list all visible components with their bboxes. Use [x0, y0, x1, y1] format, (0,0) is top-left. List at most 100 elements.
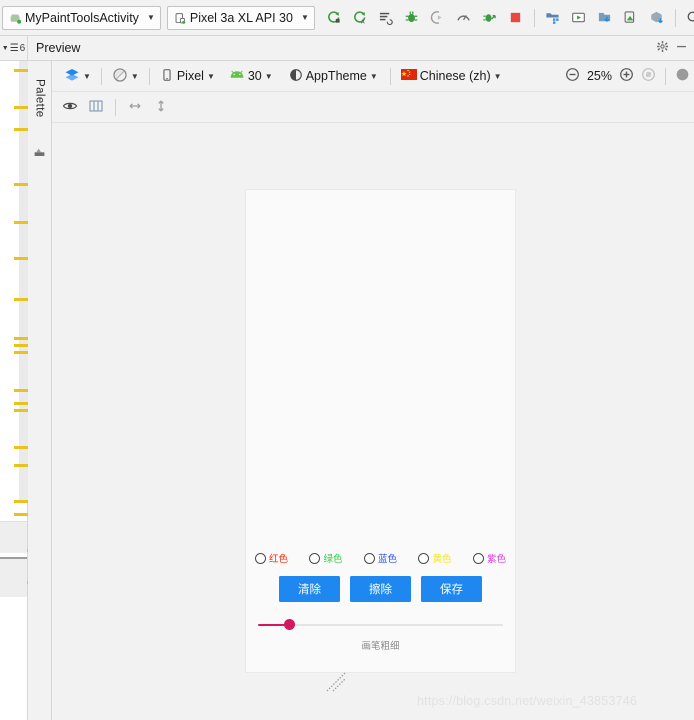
chevron-down-icon: ▼	[146, 13, 155, 22]
api-level-selector[interactable]: 30 ▼	[225, 65, 277, 87]
minimap-mark	[14, 513, 28, 516]
svg-text:A: A	[361, 20, 365, 25]
design-canvas[interactable]: 红色 绿色 蓝色 黄色 紫色 清除 擦除 保存 画笔粗细	[52, 123, 694, 720]
minimap-mark	[14, 337, 28, 340]
toolbar-divider	[148, 67, 150, 85]
toolbar-divider	[100, 67, 102, 85]
minimap-mark	[14, 351, 28, 354]
lines-count: 6	[19, 42, 26, 54]
toolbar-divider	[115, 98, 116, 116]
avd-manager-icon[interactable]	[566, 5, 592, 31]
chevron-down-icon: ▼	[264, 71, 273, 81]
minimap-mark	[14, 221, 28, 224]
radio-circle-icon	[472, 552, 484, 564]
more-icon[interactable]	[675, 67, 690, 85]
radio-label: 黄色	[432, 554, 452, 565]
android-activity-icon	[9, 12, 22, 24]
gear-icon[interactable]	[656, 40, 669, 56]
minimap-mark	[14, 128, 28, 131]
minimize-icon[interactable]	[675, 40, 688, 56]
radio-option-blue[interactable]: 蓝色	[363, 551, 397, 565]
gutter-panel-upper	[0, 521, 27, 553]
editor-gutter-minimap[interactable]	[0, 36, 28, 720]
layout-inspector-icon[interactable]	[618, 5, 644, 31]
minimap-mark	[14, 257, 28, 260]
device-selector[interactable]: Pixel 3a XL API 30 ▼	[166, 5, 315, 30]
chevron-down-icon: ▼	[369, 71, 378, 81]
minimap-scroll-band[interactable]	[19, 60, 28, 500]
palette-tool-tab[interactable]: Palette	[28, 61, 52, 720]
device-phone-icon	[174, 12, 186, 24]
save-button[interactable]: 保存	[421, 576, 482, 602]
zoom-controls: 25%	[565, 67, 694, 85]
theme-selector[interactable]: AppTheme ▼	[285, 65, 382, 87]
minimap-mark	[14, 500, 28, 503]
apply-changes-icon[interactable]: A	[347, 5, 373, 31]
blueprint-columns-icon[interactable]	[88, 98, 104, 117]
android-studio-window: MyPaintToolsActivity ▼ Pixel 3a XL API 3…	[0, 0, 694, 720]
vertical-constraint-icon[interactable]	[153, 98, 169, 117]
run-with-coverage-icon[interactable]	[477, 5, 503, 31]
locale-selector[interactable]: Chinese (zh) ▼	[397, 65, 506, 87]
zoom-fit-icon[interactable]	[641, 67, 656, 85]
radio-option-green[interactable]: 绿色	[309, 551, 343, 565]
device-preview-frame[interactable]: 红色 绿色 蓝色 黄色 紫色 清除 擦除 保存 画笔粗细	[246, 190, 515, 672]
zoom-in-icon[interactable]	[619, 67, 634, 85]
device-config-selector[interactable]: Pixel ▼	[156, 65, 219, 87]
radio-circle-icon	[418, 552, 430, 564]
sdk-manager-icon[interactable]	[540, 5, 566, 31]
erase-button[interactable]: 擦除	[350, 576, 411, 602]
flag-cn-icon	[400, 69, 417, 83]
radio-option-purple[interactable]: 紫色	[472, 551, 506, 565]
zoom-out-icon[interactable]	[565, 67, 580, 85]
radio-label: 蓝色	[377, 554, 397, 565]
toggle-visibility-icon[interactable]	[62, 98, 78, 117]
debug-icon[interactable]	[399, 5, 425, 31]
api-level-label: 30	[247, 69, 262, 83]
canvas-resize-handle[interactable]	[325, 671, 347, 693]
toolbar-divider	[674, 8, 676, 27]
search-everywhere-icon[interactable]	[681, 5, 694, 31]
brush-size-slider[interactable]	[246, 618, 515, 632]
minimap-mark	[14, 69, 28, 72]
radio-circle-icon	[309, 552, 321, 564]
chevron-down-icon: ▼	[1, 44, 9, 52]
toolbar-divider	[665, 67, 666, 85]
watermark-text: https://blog.csdn.net/weixin_43853746	[417, 694, 638, 708]
attach-debugger-icon[interactable]	[425, 5, 451, 31]
preview-header-actions	[656, 40, 694, 56]
stop-icon[interactable]	[503, 5, 529, 31]
device-config-label: Pixel	[176, 69, 204, 83]
orientation-selector[interactable]: ▼	[108, 65, 143, 87]
minimap-mark	[14, 344, 28, 347]
radio-circle-icon	[255, 552, 266, 564]
action-button-row: 清除 擦除 保存	[246, 576, 515, 602]
gradle-sync-icon[interactable]	[644, 5, 670, 31]
horizontal-constraint-icon[interactable]	[127, 98, 143, 117]
run-icon[interactable]	[321, 5, 347, 31]
radio-label: 红色	[269, 554, 289, 565]
design-mode-selector[interactable]: ▼	[60, 65, 95, 87]
profiler-icon[interactable]	[451, 5, 477, 31]
theme-label: AppTheme	[305, 69, 367, 83]
editor-lines-badge[interactable]: ▼ ☰ 6	[0, 36, 28, 61]
radio-label: 紫色	[486, 554, 506, 565]
minimap-mark	[14, 389, 28, 392]
radio-circle-icon	[363, 552, 375, 564]
color-radio-group: 红色 绿色 蓝色 黄色 紫色	[246, 551, 515, 565]
slider-thumb[interactable]	[284, 619, 295, 630]
zoom-level-label: 25%	[586, 69, 612, 83]
palette-tab-label: Palette	[33, 79, 46, 118]
radio-label: 绿色	[323, 554, 343, 565]
chevron-down-icon: ▼	[206, 71, 215, 81]
radio-option-red[interactable]: 红色	[255, 551, 288, 565]
radio-option-yellow[interactable]: 黄色	[418, 551, 451, 565]
run-configuration-selector[interactable]: MyPaintToolsActivity ▼	[2, 5, 161, 30]
device-file-explorer-icon[interactable]	[592, 5, 618, 31]
apply-code-changes-icon[interactable]	[373, 5, 399, 31]
minimap-mark	[14, 106, 28, 109]
locale-label: Chinese (zh)	[419, 69, 491, 83]
minimap-mark	[14, 464, 28, 467]
clear-button[interactable]: 清除	[279, 576, 340, 602]
minimap-mark	[14, 409, 28, 412]
